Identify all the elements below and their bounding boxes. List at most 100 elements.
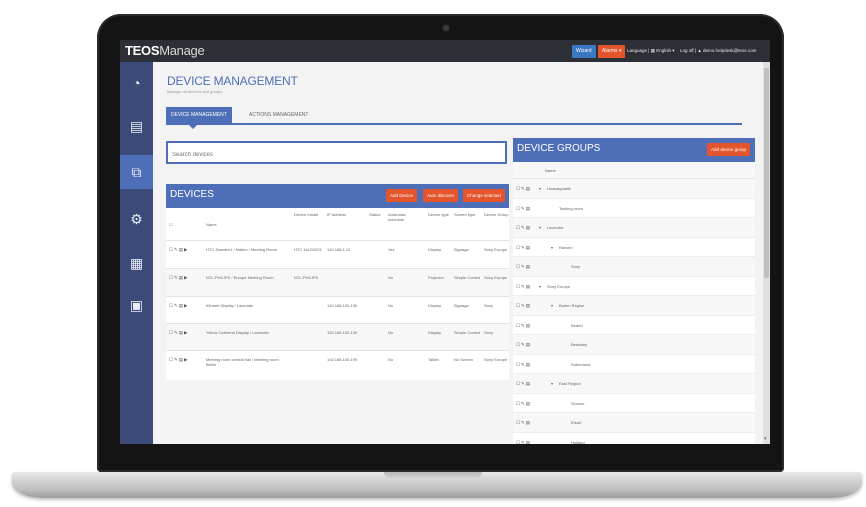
expand-toggle-icon[interactable]: ▾	[551, 381, 553, 386]
cell-group: Sony	[484, 330, 494, 335]
page-subtitle: Manage all devices and groups	[167, 89, 223, 94]
group-row[interactable]: ☐✎▤ ▾ East Region	[513, 374, 755, 394]
group-row[interactable]: ☐✎▤ Holland	[513, 433, 755, 445]
column-header[interactable]: Screen type	[454, 212, 480, 217]
expand-toggle-icon[interactable]: ▾	[539, 186, 541, 191]
row-actions[interactable]: ☐✎▤▶	[169, 357, 189, 363]
group-name: Lavender	[547, 225, 564, 230]
group-actions[interactable]: ☐✎▤	[516, 420, 531, 426]
select-all-checkbox[interactable]: ☐	[169, 222, 173, 227]
group-name: Seveso	[571, 400, 585, 406]
group-actions[interactable]: ☐✎▤	[516, 284, 531, 290]
auto-discover-button[interactable]: Auto discover	[423, 189, 459, 202]
cell-screen: No Screen	[454, 357, 473, 362]
group-actions[interactable]: ☐✎▤	[516, 342, 531, 348]
devices-icon[interactable]: ⧉	[120, 155, 153, 189]
cell-group: Sony Europe	[484, 247, 508, 252]
table-row[interactable]: ☐✎▤▶ Yellow Cafeteria Display / Lavender 1…	[166, 323, 509, 350]
row-actions[interactable]: ☐✎▤▶	[169, 275, 189, 281]
report-icon[interactable]: ▦	[120, 246, 153, 280]
group-row[interactable]: ☐✎▤ Bedrid	[513, 316, 755, 335]
row-actions[interactable]: ☐✎▤▶	[169, 247, 189, 253]
brand-logo[interactable]: TEOSManage	[125, 43, 205, 58]
group-row[interactable]: ☐✎▤ Sutherland	[513, 355, 755, 374]
cell-schedule: No	[388, 357, 394, 362]
group-name: Etsall	[571, 420, 581, 425]
group-row[interactable]: ☐✎▤ Sony	[513, 257, 755, 277]
group-row[interactable]: ☐✎▤ Etsall	[513, 413, 755, 433]
group-row[interactable]: ☐✎▤ ▾ Unassignable	[513, 179, 755, 199]
list-icon[interactable]: ▤	[120, 109, 153, 143]
expand-toggle-icon[interactable]: ▾	[551, 245, 553, 250]
page-title: DEVICE MANAGEMENT	[167, 74, 298, 88]
group-actions[interactable]: ☐✎▤	[516, 245, 531, 251]
group-row[interactable]: ☐✎▤ ▾ Ravcen	[513, 238, 755, 257]
device-groups-title: DEVICE GROUPS	[517, 143, 601, 154]
cell-schedule: No	[388, 303, 394, 308]
tab-device-management[interactable]: DEVICE MANAGEMENT	[166, 107, 232, 123]
column-header[interactable]: Device model	[294, 212, 320, 217]
main-content: DEVICE MANAGEMENT Manage all devices and…	[153, 62, 763, 444]
wizard-button[interactable]: Wizard	[572, 45, 596, 58]
column-header[interactable]: Name	[206, 222, 286, 227]
group-row[interactable]: ☐✎▤ Beeksley	[513, 335, 755, 355]
group-actions[interactable]: ☐✎▤	[516, 401, 531, 407]
table-row[interactable]: ☐✎▤▶ NTL-PHILIPS / Europe Meeting Room NTL…	[166, 268, 509, 296]
laptop-notch	[384, 472, 482, 478]
image-icon[interactable]: ▣	[120, 288, 153, 322]
top-bar: TEOSManage Wizard Alarms ▾ Language | ▦ …	[120, 40, 770, 62]
tab-actions-management[interactable]: ACTIONS MANAGEMENT	[244, 107, 313, 123]
column-header[interactable]: Automatic schedule	[388, 212, 414, 222]
cell-model: NTL-PHILIPS	[294, 275, 319, 280]
group-actions[interactable]: ☐✎▤	[516, 264, 531, 270]
settings-icon[interactable]: ⚙	[120, 202, 153, 236]
change-selected-button[interactable]: Change selected	[463, 189, 505, 202]
cell-screen: Simple Control	[454, 275, 481, 280]
group-name: Bedrid	[571, 322, 583, 328]
group-name: East Region	[559, 381, 581, 386]
row-actions[interactable]: ☐✎▤▶	[169, 303, 189, 309]
row-actions[interactable]: ☐✎▤▶	[169, 330, 189, 336]
language-selector[interactable]: Language | ▦ English ▾	[627, 48, 674, 54]
scrollbar-thumb[interactable]	[764, 68, 769, 278]
group-name: Baden Region	[559, 303, 585, 308]
group-actions[interactable]: ☐✎▤	[516, 206, 531, 212]
group-actions[interactable]: ☐✎▤	[516, 323, 531, 329]
group-row[interactable]: ☐✎▤ Tesking room	[513, 199, 755, 218]
devices-title: DEVICES	[170, 189, 214, 200]
cell-screen: Simple Control	[454, 330, 481, 335]
expand-toggle-icon[interactable]: ▾	[551, 303, 553, 308]
column-header[interactable]: Device type	[428, 212, 454, 217]
expand-toggle-icon[interactable]: ▾	[539, 225, 541, 230]
column-header[interactable]: IP Address	[327, 212, 353, 217]
table-row[interactable]: ☐✎▤▶ Meeting room central hall / Meeting …	[166, 350, 509, 378]
group-row[interactable]: ☐✎▤ ▾ Lavender	[513, 218, 755, 238]
group-actions[interactable]: ☐✎▤	[516, 362, 531, 368]
group-actions[interactable]: ☐✎▤	[516, 225, 531, 231]
cell-type: Projector	[428, 275, 445, 280]
table-row[interactable]: ☐✎▤▶ HTC-Sweden1 / Malmo / Meeting Room HT…	[166, 240, 509, 268]
group-actions[interactable]: ☐✎▤	[516, 303, 531, 309]
group-row[interactable]: ☐✎▤ Seveso	[513, 394, 755, 413]
search-input[interactable]	[168, 145, 505, 165]
group-actions[interactable]: ☐✎▤	[516, 381, 531, 387]
add-device-group-button[interactable]: Add device group	[706, 143, 750, 156]
group-actions[interactable]: ☐✎▤	[516, 440, 531, 445]
cell-name: NTL-PHILIPS / Europe Meeting Room	[206, 275, 274, 280]
dashboard-icon[interactable]: ◔	[120, 66, 153, 100]
user-menu[interactable]: Log off | ▲ demo.helpdesk@teos.com	[680, 48, 756, 53]
scroll-down-icon[interactable]: ▾	[764, 436, 767, 442]
table-row[interactable]: ☐✎▤▶ Kilmarit Display / Lavender 192.168.1…	[166, 296, 509, 323]
group-row[interactable]: ☐✎▤ ▾ Sony Europe	[513, 277, 755, 296]
group-row[interactable]: ☐✎▤ ▾ Baden Region	[513, 296, 755, 316]
camera-icon	[443, 25, 449, 31]
cell-type: Display	[428, 303, 442, 308]
expand-toggle-icon[interactable]: ▾	[539, 284, 541, 289]
cell-name: HTC-Sweden1 / Malmo / Meeting Room	[206, 247, 277, 252]
alarms-button[interactable]: Alarms ▾	[598, 45, 626, 58]
group-actions[interactable]: ☐✎▤	[516, 186, 531, 192]
group-name: Sony Europe	[547, 283, 571, 289]
column-header[interactable]: Device Group	[484, 212, 510, 217]
add-device-button[interactable]: Add Device	[386, 189, 418, 202]
cell-ip: 192.168.100.199	[327, 357, 358, 362]
